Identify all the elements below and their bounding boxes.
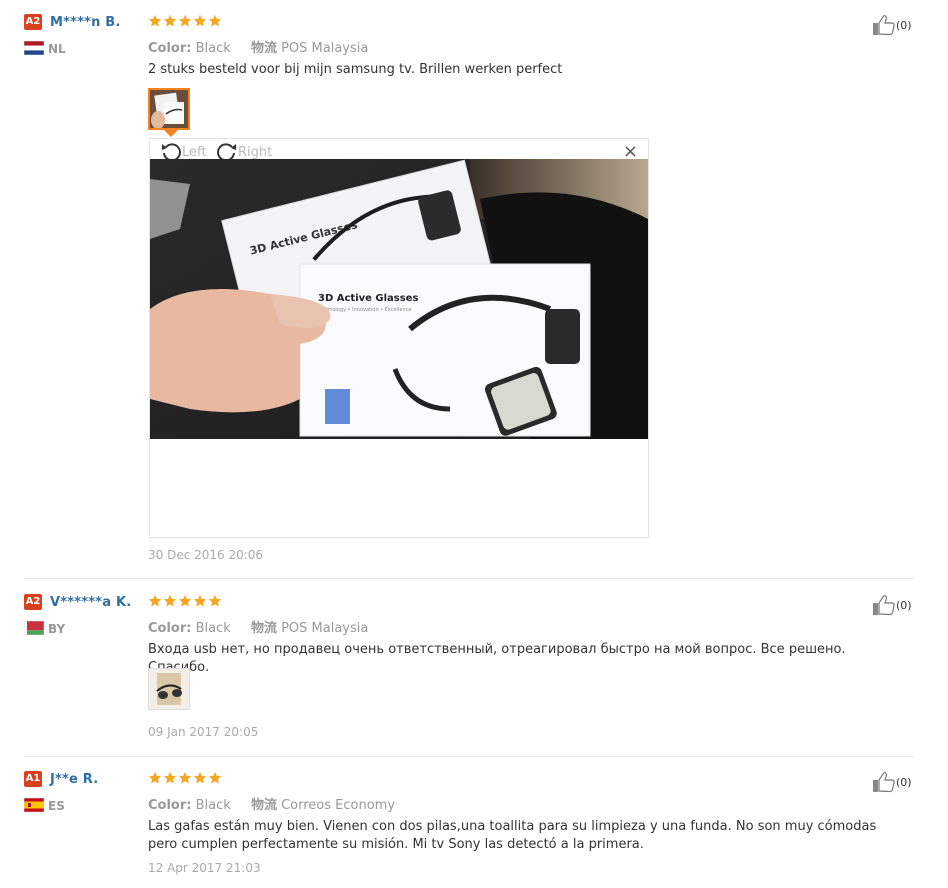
review-text: Входа usb нет, но продавец очень ответст…: [148, 642, 846, 675]
rotate-left-label: Left: [182, 144, 207, 160]
color-label: Color:: [148, 798, 192, 813]
review-date: 09 Jan 2017 20:05: [148, 725, 259, 739]
review-photo-thumbnail[interactable]: [148, 88, 190, 130]
color-value: Black: [195, 41, 231, 56]
review-date: 12 Apr 2017 21:03: [148, 861, 261, 875]
flag-es-icon: [24, 798, 44, 812]
buyer-level-badge: A1: [24, 771, 42, 787]
star-icon: [148, 771, 162, 785]
photo-large-image: 3D Active Glasses 3D Active Glasses Tech…: [150, 159, 648, 439]
star-rating: [148, 594, 222, 610]
color-label: Color:: [148, 621, 192, 636]
rotate-right-label: Right: [238, 144, 273, 160]
helpful-button[interactable]: (0): [872, 594, 912, 616]
star-icon: [178, 594, 192, 608]
helpful-button[interactable]: (0): [872, 14, 912, 36]
reviewer-country: BY: [48, 622, 66, 636]
star-icon: [178, 771, 192, 785]
review-date: 30 Dec 2016 20:06: [148, 548, 264, 562]
shipping-value: Correos Economy: [281, 798, 396, 813]
star-icon: [193, 771, 207, 785]
buyer-level-badge: A2: [24, 14, 42, 30]
helpful-count: (0): [896, 18, 912, 32]
helpful-button[interactable]: (0): [872, 771, 912, 793]
reviewer-country: ES: [48, 799, 65, 813]
star-icon: [208, 14, 222, 28]
star-icon: [208, 771, 222, 785]
thumbs-up-icon: [872, 14, 896, 36]
color-label: Color:: [148, 41, 192, 56]
star-icon: [148, 594, 162, 608]
thumbs-up-icon: [872, 594, 896, 616]
review-attributes: Color: Black 物流 POS Malaysia: [148, 37, 368, 56]
thumbnail-pointer: [164, 130, 178, 137]
flag-by-icon: [24, 621, 44, 635]
reviewer-name[interactable]: M****n B.: [50, 15, 121, 30]
shipping-value: POS Malaysia: [281, 621, 369, 636]
reviewer-name[interactable]: J**e R.: [50, 772, 98, 787]
star-icon: [193, 14, 207, 28]
thumbs-up-icon: [872, 771, 896, 793]
star-icon: [163, 594, 177, 608]
helpful-count: (0): [896, 598, 912, 612]
buyer-level-badge: A2: [24, 594, 42, 610]
review-attributes: Color: Black 物流 Correos Economy: [148, 794, 395, 813]
helpful-count: (0): [896, 775, 912, 789]
reviewer-country: NL: [48, 42, 66, 56]
star-icon: [208, 594, 222, 608]
color-value: Black: [195, 798, 231, 813]
shipping-label: 物流: [250, 41, 277, 56]
star-icon: [193, 594, 207, 608]
shipping-label: 物流: [250, 798, 277, 813]
flag-nl-icon: [24, 41, 44, 55]
color-value: Black: [195, 621, 231, 636]
shipping-value: POS Malaysia: [281, 41, 369, 56]
photo-box-subtext: Technology • Innovation • Excellence: [317, 307, 411, 313]
photo-viewer: Left Right × 3D Active Glasses 3D Active…: [149, 138, 649, 538]
star-rating: [148, 14, 222, 30]
star-icon: [163, 14, 177, 28]
review-divider: [24, 756, 914, 757]
photo-thumbnail-image: [150, 90, 188, 128]
photo-box-label-front: 3D Active Glasses: [318, 293, 418, 304]
reviewer-name[interactable]: V******a K.: [50, 595, 131, 610]
review-photo-thumbnail[interactable]: [148, 668, 190, 710]
review-divider: [24, 578, 914, 579]
review-text: 2 stuks besteld voor bij mijn samsung tv…: [148, 62, 563, 77]
review-text: Las gafas están muy bien. Vienen con dos…: [148, 819, 877, 852]
star-icon: [178, 14, 192, 28]
star-rating: [148, 771, 222, 787]
star-icon: [148, 14, 162, 28]
shipping-label: 物流: [250, 621, 277, 636]
review-attributes: Color: Black 物流 POS Malaysia: [148, 617, 368, 636]
star-icon: [163, 771, 177, 785]
photo-thumbnail-image: [149, 669, 189, 709]
review-photo-large: 3D Active Glasses 3D Active Glasses Tech…: [150, 159, 648, 439]
